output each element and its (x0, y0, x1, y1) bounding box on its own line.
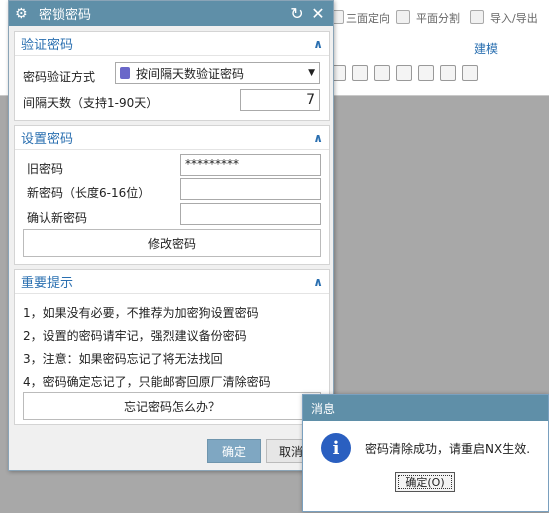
ribbon-item[interactable]: 平面分割 (416, 10, 460, 26)
confirm-password-label: 确认新密码 (27, 211, 88, 225)
tip-line: 2，设置的密码请牢记，强烈建议备份密码 (23, 329, 247, 343)
set-section-header[interactable]: 设置密码 ∧ (15, 126, 329, 150)
change-password-button[interactable]: 修改密码 (23, 229, 321, 257)
ok-button[interactable]: 确定 (207, 439, 261, 463)
verify-section: 验证密码 ∧ 密码验证方式 按间隔天数验证密码 ▼ 间隔天数（支持1-90天） … (14, 31, 330, 121)
forgot-password-button[interactable]: 忘记密码怎么办？ (23, 392, 321, 420)
shape-icon[interactable] (396, 65, 412, 81)
old-password-label: 旧密码 (27, 162, 64, 176)
lock-icon (120, 67, 130, 79)
days-input[interactable]: 7 (240, 89, 320, 111)
ribbon-item[interactable]: 导入/导出 (490, 10, 538, 26)
new-password-input[interactable] (180, 178, 321, 200)
confirm-password-input[interactable] (180, 203, 321, 225)
box-select-icon[interactable] (374, 65, 390, 81)
method-value: 按间隔天数验证密码 (136, 66, 245, 81)
cube-icon[interactable] (418, 65, 434, 81)
ribbon-item[interactable]: 三面定向 (346, 10, 390, 26)
method-select[interactable]: 按间隔天数验证密码 ▼ (115, 62, 320, 84)
tip-line: 3，注意：如果密码忘记了将无法找回 (23, 352, 223, 366)
message-dialog: 消息 i 密码清除成功，请重启NX生效. 确定(O) (302, 394, 549, 512)
reset-icon[interactable]: ↻ (288, 4, 306, 23)
chevron-up-icon[interactable]: ∧ (313, 131, 323, 145)
dialog-title: 密锁密码 (39, 8, 92, 23)
set-password-section: 设置密码 ∧ 旧密码 ********* 新密码（长度6-16位） 确认新密码 … (14, 125, 330, 265)
message-text: 密码清除成功，请重启NX生效. (365, 442, 531, 456)
section-title: 设置密码 (21, 132, 74, 147)
info-icon: i (321, 433, 351, 463)
ribbon-group-label: 建模 (474, 42, 499, 56)
verify-section-header[interactable]: 验证密码 ∧ (15, 32, 329, 56)
select-icon[interactable] (352, 65, 368, 81)
days-label: 间隔天数（支持1-90天） (23, 96, 159, 110)
tip-line: 4，密码确定忘记了，只能邮寄回原厂清除密码 (23, 375, 271, 389)
message-ok-button[interactable]: 确定(O) (395, 472, 455, 492)
chevron-up-icon[interactable]: ∧ (313, 275, 323, 289)
section-title: 验证密码 (21, 38, 74, 53)
view-icon[interactable] (440, 65, 456, 81)
tips-section-header[interactable]: 重要提示 ∧ (15, 270, 329, 294)
old-password-input[interactable]: ********* (180, 154, 321, 176)
toolbar-row (330, 62, 478, 84)
tips-section: 重要提示 ∧ 1，如果没有必要，不推荐为加密狗设置密码 2，设置的密码请牢记，强… (14, 269, 330, 425)
plane-split-icon[interactable] (396, 10, 410, 24)
new-password-label: 新密码（长度6-16位） (27, 186, 151, 200)
gear-icon: ⚙ (15, 5, 28, 22)
method-label: 密码验证方式 (23, 70, 96, 84)
dialog-titlebar: ⚙ 密锁密码 ↻ ✕ (9, 1, 333, 26)
close-icon[interactable]: ✕ (309, 4, 327, 23)
import-export-icon[interactable] (470, 10, 484, 24)
tip-line: 1，如果没有必要，不推荐为加密狗设置密码 (23, 306, 259, 320)
message-title: 消息 (303, 395, 548, 421)
rotate-icon[interactable] (462, 65, 478, 81)
chevron-down-icon: ▼ (308, 68, 315, 78)
password-lock-dialog: ⚙ 密锁密码 ↻ ✕ 验证密码 ∧ 密码验证方式 按间隔天数验证密码 ▼ 间隔天… (8, 0, 334, 471)
section-title: 重要提示 (21, 276, 74, 291)
chevron-up-icon[interactable]: ∧ (313, 37, 323, 51)
